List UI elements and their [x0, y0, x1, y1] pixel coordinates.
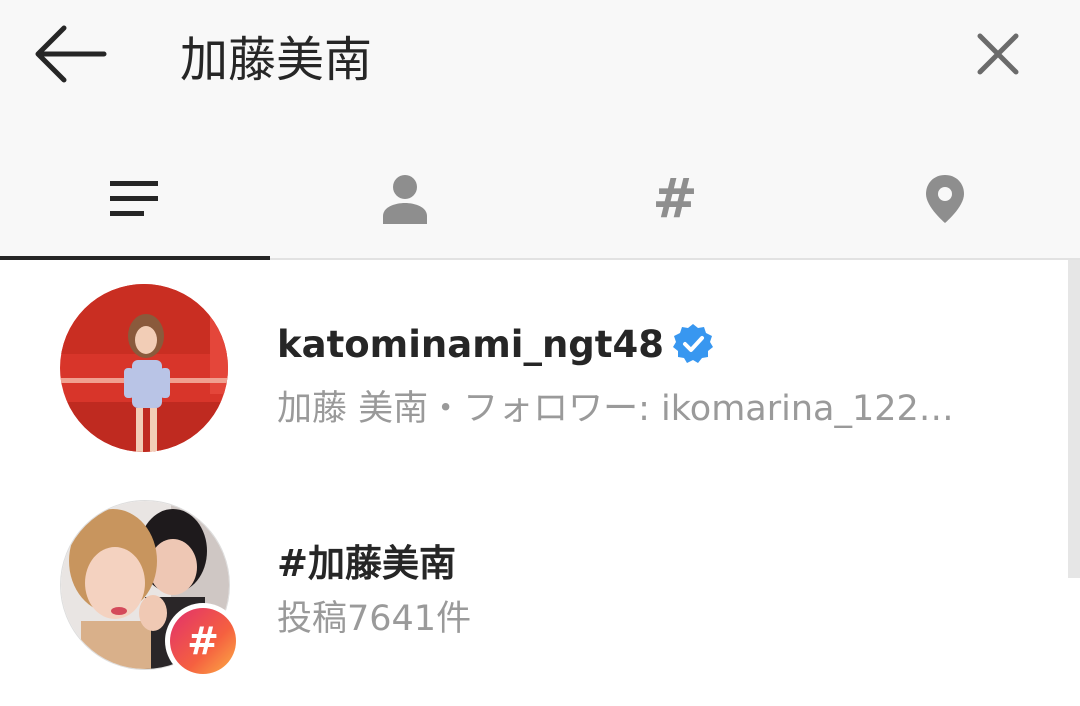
tab-tags[interactable]: #	[540, 140, 810, 258]
account-subtitle: 加藤 美南・フォロワー: ikomarina_122…	[277, 389, 954, 429]
result-account-katominami[interactable]: katominami_ngt48 加藤 美南・フォロワー: ikomarina_…	[0, 268, 1066, 478]
close-icon	[977, 33, 1019, 75]
scrollbar[interactable]	[1068, 260, 1080, 578]
search-tabs: #	[0, 140, 1080, 260]
tab-top[interactable]	[0, 140, 270, 260]
hashtag-name: #加藤美南	[277, 542, 457, 585]
tab-accounts[interactable]	[270, 140, 540, 258]
search-header: 加藤美南 #	[0, 0, 1080, 260]
result-hashtag[interactable]: #加藤美南 投稿7641件	[0, 478, 1066, 688]
hashtag-badge: #	[165, 603, 241, 679]
account-username: katominami_ngt48	[277, 322, 664, 366]
hashtag-post-count: 投稿7641件	[277, 599, 472, 639]
hashtag-icon: #	[652, 167, 698, 230]
arrow-left-icon	[35, 25, 107, 83]
person-icon	[383, 175, 427, 224]
location-pin-icon	[926, 175, 964, 223]
list-icon	[110, 181, 158, 216]
avatar	[60, 284, 228, 452]
back-button[interactable]	[28, 22, 112, 86]
search-input[interactable]: 加藤美南	[180, 20, 372, 90]
clear-search-button[interactable]	[962, 22, 1034, 86]
hashtag-badge-inner: #	[170, 608, 236, 674]
hashtag-badge-icon: #	[187, 619, 219, 663]
account-username-row: katominami_ngt48	[277, 320, 714, 368]
tab-places[interactable]	[810, 140, 1080, 258]
verified-badge-icon	[672, 324, 713, 363]
